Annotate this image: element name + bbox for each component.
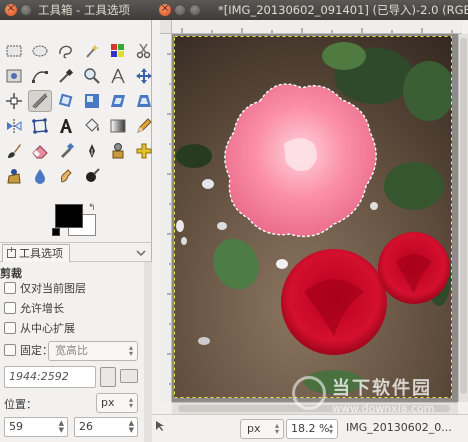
perspective-clone-icon[interactable] [2,165,26,187]
text-icon[interactable] [54,115,78,137]
smudge-icon[interactable] [54,165,78,187]
spin-arrows-icon[interactable]: ▲ ▼ [59,420,64,434]
fixed-mode-value: 宽高比 [55,344,88,357]
swap-colors-icon[interactable]: ↰ [88,203,96,213]
zoom-value: 18.2 % [291,422,330,435]
combo-arrows-icon: ▴ ▾ [274,421,279,436]
close-icon[interactable]: × [159,3,171,16]
horizontal-scroll-thumb[interactable] [178,405,450,412]
blur-icon[interactable] [28,165,52,187]
rect-select-icon[interactable] [2,40,26,62]
expand-from-center-label: 从中心扩展 [20,322,75,335]
current-layer-only-option[interactable]: 仅对当前图层 [4,280,86,296]
ruler-corner[interactable] [160,20,172,34]
toolbox-titlebar: × 工具箱 - 工具选项 [0,0,152,20]
aspect-ratio-input[interactable]: 1944:2592 [4,366,96,388]
image-canvas[interactable] [172,34,458,402]
zoom-select[interactable]: 18.2 % ▴ ▾ [286,419,338,439]
default-colors-icon[interactable] [52,228,60,236]
shear-icon[interactable] [106,90,130,112]
image-window: × *[IMG_20130602_091401] (已导入)-2.0 (RGB [152,0,468,442]
allow-growing-checkbox[interactable] [4,302,16,314]
measure-icon[interactable] [106,65,130,87]
position-unit-value: px [101,396,115,409]
blend-icon[interactable] [106,115,130,137]
color-picker-icon[interactable] [54,65,78,87]
close-icon[interactable]: × [5,3,17,16]
spin-arrows-icon[interactable]: ▲ ▼ [129,420,134,434]
tab-label: 工具选项 [19,247,63,260]
combo-arrows-icon: ▴ ▾ [328,421,333,436]
vertical-ruler[interactable] [160,34,172,402]
pointer-icon[interactable] [154,420,166,432]
allow-growing-label: 允许增长 [20,302,64,315]
foreground-color-swatch[interactable] [55,204,83,228]
paintbrush-icon[interactable] [2,140,26,162]
tool-options-icon [7,247,16,258]
minimize-icon[interactable] [174,4,186,16]
vertical-scrollbar[interactable] [458,34,468,402]
photo-image[interactable] [174,36,452,398]
image-window-titlebar: × *[IMG_20130602_091401] (已导入)-2.0 (RGB [152,0,468,20]
tab-menu-icon[interactable] [134,246,148,260]
position-label: 位置： [4,398,37,411]
expand-from-center-option[interactable]: 从中心扩展 [4,320,75,336]
portrait-button[interactable] [100,367,116,387]
toolbox-window: × 工具箱 - 工具选项 ↰ 工具选项 剪裁 仅对当前图层 允许增长 从中心扩展… [0,0,152,442]
tool-options-scrollbar[interactable] [144,262,152,442]
horizontal-ruler[interactable] [172,20,462,34]
landscape-button[interactable] [120,369,138,383]
image-window-title: *[IMG_20130602_091401] (已导入)-2.0 (RGB [218,3,468,17]
statusbar: px ▴ ▾ 18.2 % ▴ ▾ IMG_20130602_0... [152,414,468,442]
position-x-input[interactable]: 59 ▲ ▼ [4,417,68,437]
tool-options-tabbar: 工具选项 [0,242,152,262]
position-x-value: 59 [9,420,23,433]
toolbox-title: 工具箱 - 工具选项 [38,3,130,17]
horizontal-scrollbar[interactable] [172,402,458,414]
paths-icon[interactable] [28,65,52,87]
position-y-input[interactable]: 26 ▲ ▼ [74,417,138,437]
status-filename: IMG_20130602_0... [346,421,452,434]
zoom-icon[interactable] [80,65,104,87]
bucket-fill-icon[interactable] [80,115,104,137]
fuzzy-select-icon[interactable] [80,40,104,62]
fixed-checkbox[interactable] [4,344,16,356]
tool-options-heading: 剪裁 [0,267,22,280]
ink-icon[interactable] [80,140,104,162]
color-select-icon[interactable] [106,40,130,62]
current-layer-only-label: 仅对当前图层 [20,282,86,295]
expand-from-center-checkbox[interactable] [4,322,16,334]
vertical-scroll-thumb[interactable] [460,38,467,394]
crop-icon[interactable] [28,90,52,112]
fixed-mode-select[interactable]: 宽高比 ▴ ▾ [48,341,138,361]
unit-select[interactable]: px ▴ ▾ [240,419,284,439]
unit-value: px [247,422,261,435]
position-y-value: 26 [79,420,93,433]
airbrush-icon[interactable] [54,140,78,162]
foreground-select-icon[interactable] [2,65,26,87]
fixed-option[interactable]: 固定： [4,342,53,358]
combo-arrows-icon: ▴ ▾ [128,343,133,358]
ellipse-select-icon[interactable] [28,40,52,62]
flip-icon[interactable] [2,115,26,137]
desktop: × 工具箱 - 工具选项 ↰ 工具选项 剪裁 仅对当前图层 允许增长 从中心扩展… [0,0,468,442]
eraser-icon[interactable] [28,140,52,162]
align-icon[interactable] [2,90,26,112]
combo-arrows-icon: ▴ ▾ [128,395,133,410]
clone-icon[interactable] [106,140,130,162]
tab-tool-options[interactable]: 工具选项 [2,244,70,262]
tool-options-panel: 剪裁 仅对当前图层 允许增长 从中心扩展 固定： 宽高比 ▴ ▾ 1944:25… [0,262,152,442]
minimize-icon[interactable] [20,4,32,16]
scale-icon[interactable] [80,90,104,112]
rotate-icon[interactable] [54,90,78,112]
current-layer-only-checkbox[interactable] [4,282,16,294]
free-select-icon[interactable] [54,40,78,62]
dodge-burn-icon[interactable] [80,165,104,187]
maximize-icon[interactable] [189,4,201,16]
tool-grid [2,40,152,190]
allow-growing-option[interactable]: 允许增长 [4,300,64,316]
position-unit-select[interactable]: px ▴ ▾ [96,393,138,413]
cage-transform-icon[interactable] [28,115,52,137]
